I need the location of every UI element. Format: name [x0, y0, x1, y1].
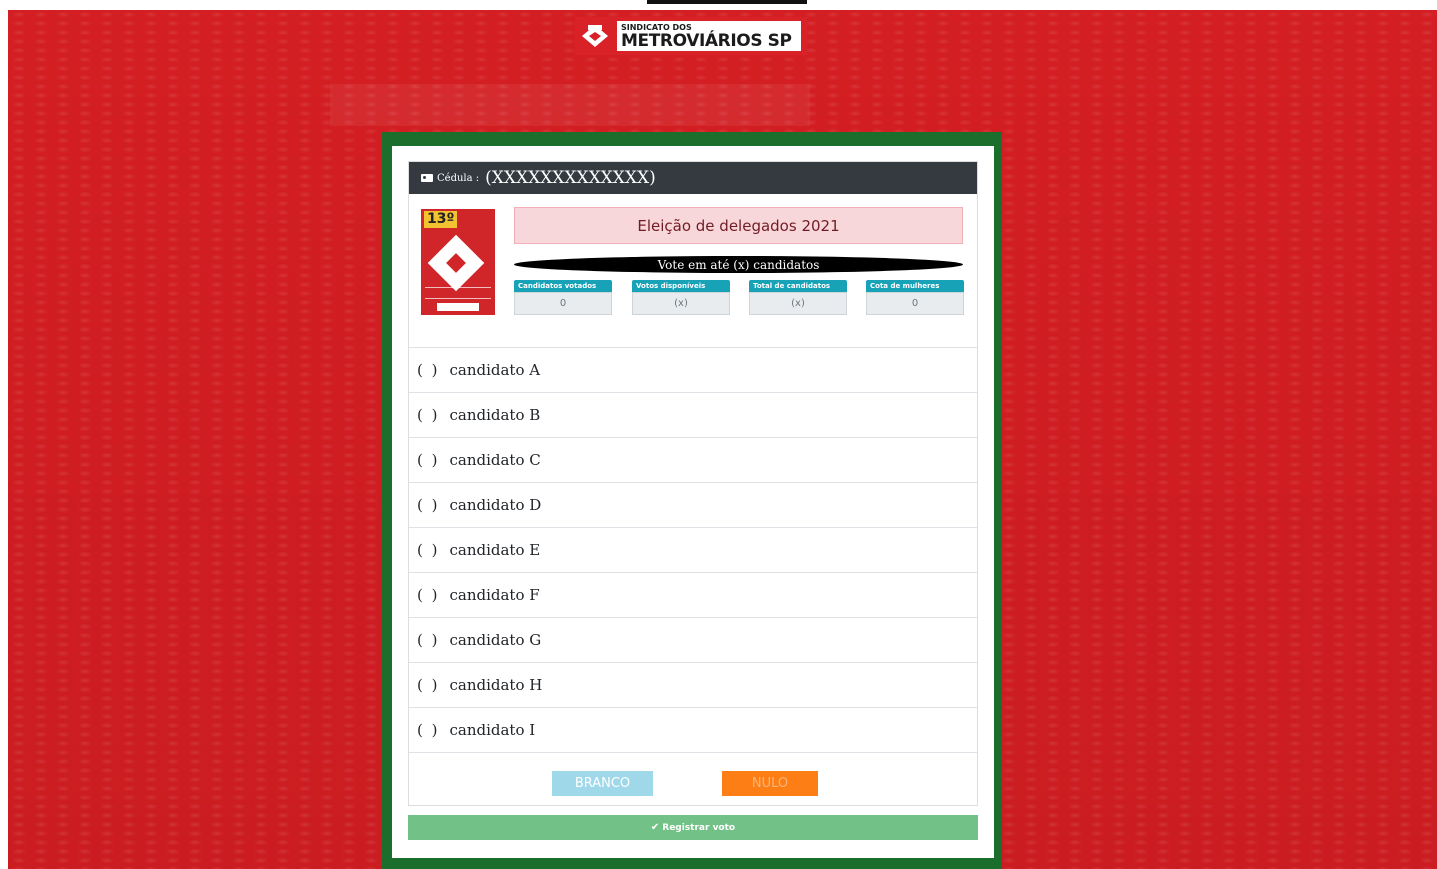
stat-votes-available: Votos disponíveis (x) — [632, 280, 730, 317]
candidate-name: candidato A — [449, 361, 541, 379]
register-vote-label: Registrar voto — [662, 822, 736, 833]
union-logo: SINDICATO DOS METROVIÁRIOS SP — [575, 17, 807, 55]
register-vote-button[interactable]: ✔ Registrar voto — [408, 815, 978, 840]
congress-number: 13º — [424, 211, 458, 228]
poster-text-lines — [425, 287, 491, 299]
candidate-option-h[interactable]: ( ) candidato H — [409, 663, 977, 708]
candidate-checkbox[interactable]: ( ) — [417, 541, 439, 559]
logo-text: SINDICATO DOS METROVIÁRIOS SP — [617, 21, 801, 51]
candidate-option-i[interactable]: ( ) candidato I — [409, 708, 977, 753]
top-bar — [647, 0, 807, 4]
candidate-name: candidato H — [449, 676, 543, 694]
stat-label: Total de candidatos — [749, 280, 847, 292]
id-card-icon — [421, 174, 433, 182]
candidate-option-d[interactable]: ( ) candidato D — [409, 483, 977, 528]
vote-instruction: Vote em até (x) candidatos — [514, 256, 963, 273]
stat-label: Votos disponíveis — [632, 280, 730, 292]
candidate-name: candidato C — [449, 451, 541, 469]
congress-poster: 13º — [421, 209, 495, 315]
logo-big-text: METROVIÁRIOS SP — [621, 30, 792, 51]
stat-women-quota: Cota de mulheres 0 — [866, 280, 964, 317]
candidate-checkbox[interactable]: ( ) — [417, 631, 439, 649]
candidate-option-g[interactable]: ( ) candidato G — [409, 618, 977, 663]
candidate-option-b[interactable]: ( ) candidato B — [409, 393, 977, 438]
stat-label: Cota de mulheres — [866, 280, 964, 292]
stat-label: Candidatos votados — [514, 280, 612, 292]
candidate-list: ( ) candidato A ( ) candidato B ( ) candida… — [409, 348, 977, 753]
candidate-name: candidato I — [449, 721, 536, 739]
candidate-option-e[interactable]: ( ) candidato E — [409, 528, 977, 573]
stat-candidates-voted: Candidatos votados 0 — [514, 280, 612, 317]
stat-value: 0 — [514, 292, 612, 315]
blank-vote-button[interactable]: BRANCO — [552, 771, 653, 796]
fist-icon — [575, 17, 615, 55]
ballot-info: 13º Eleição de delegados 2021 Vote em at… — [409, 194, 977, 348]
cedula-label: Cédula : — [437, 172, 480, 184]
candidate-name: candidato F — [449, 586, 540, 604]
candidate-checkbox[interactable]: ( ) — [417, 361, 439, 379]
candidate-name: candidato G — [449, 631, 542, 649]
null-vote-button[interactable]: NULO — [722, 771, 818, 796]
election-title: Eleição de delegados 2021 — [514, 207, 963, 244]
poster-footer — [437, 303, 479, 311]
candidate-checkbox[interactable]: ( ) — [417, 451, 439, 469]
candidate-name: candidato D — [449, 496, 542, 514]
candidate-option-f[interactable]: ( ) candidato F — [409, 573, 977, 618]
stat-value: 0 — [866, 292, 964, 315]
candidate-checkbox[interactable]: ( ) — [417, 406, 439, 424]
candidate-checkbox[interactable]: ( ) — [417, 586, 439, 604]
stat-total-candidates: Total de candidatos (x) — [749, 280, 847, 317]
candidate-name: candidato B — [449, 406, 541, 424]
stat-value: (x) — [632, 292, 730, 315]
background-band — [330, 84, 810, 126]
candidate-checkbox[interactable]: ( ) — [417, 496, 439, 514]
ballot-card: Cédula : (XXXXXXXXXXXXX) 13º Eleição de … — [408, 161, 978, 806]
candidate-option-c[interactable]: ( ) candidato C — [409, 438, 977, 483]
candidate-option-a[interactable]: ( ) candidato A — [409, 348, 977, 393]
candidate-name: candidato E — [449, 541, 541, 559]
cedula-value: (XXXXXXXXXXXXX) — [485, 168, 656, 188]
stat-value: (x) — [749, 292, 847, 315]
card-header: Cédula : (XXXXXXXXXXXXX) — [409, 162, 977, 194]
candidate-checkbox[interactable]: ( ) — [417, 676, 439, 694]
check-icon: ✔ — [650, 822, 660, 833]
candidate-checkbox[interactable]: ( ) — [417, 721, 439, 739]
